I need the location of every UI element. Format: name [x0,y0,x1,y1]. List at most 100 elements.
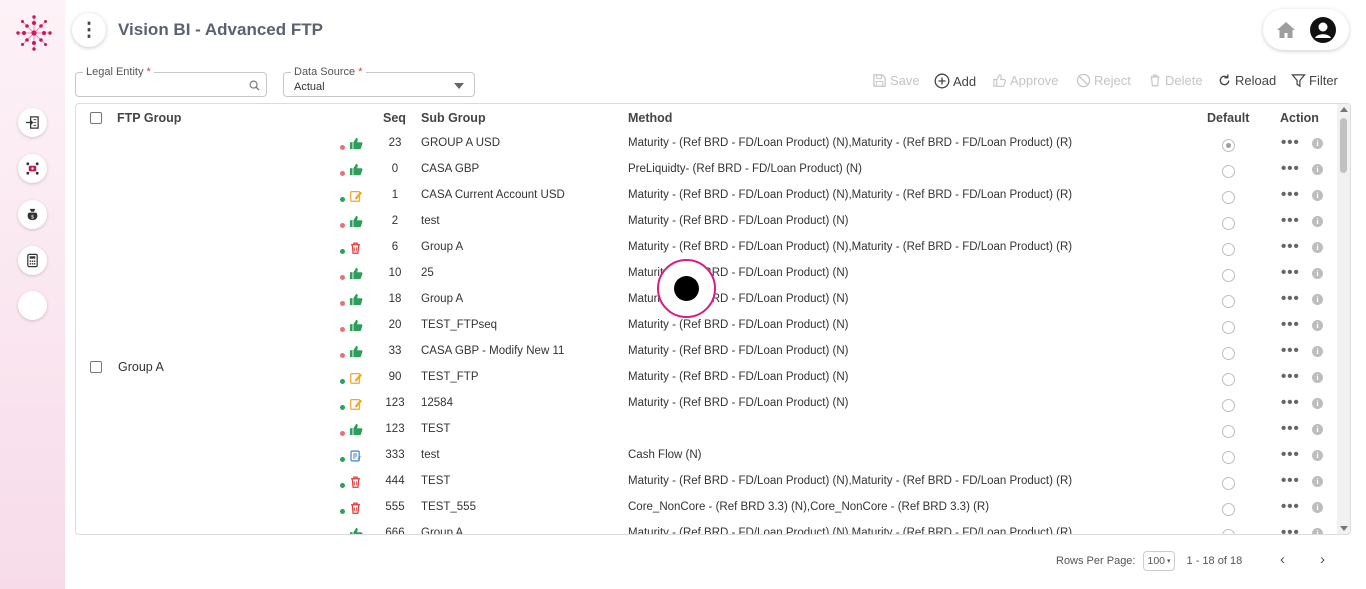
vertical-scrollbar[interactable] [1337,104,1350,534]
default-radio[interactable] [1222,191,1235,204]
header-sub-group[interactable]: Sub Group [421,111,486,125]
reload-button[interactable]: Reload [1217,73,1276,88]
default-radio[interactable] [1222,451,1235,464]
home-icon[interactable] [1276,21,1296,39]
info-icon[interactable]: i [1312,294,1323,305]
default-radio[interactable] [1222,243,1235,256]
save-icon [873,74,886,87]
more-actions-icon[interactable]: ••• [1281,524,1300,534]
default-radio[interactable] [1222,477,1235,490]
sidebar-item-blank[interactable] [18,291,47,320]
table-row[interactable]: 123 12584 Maturity - (Ref BRD - FD/Loan Pr… [76,391,1338,417]
table-row[interactable]: 123 TEST ••• i [76,417,1338,443]
info-icon[interactable]: i [1312,242,1323,253]
more-actions-icon[interactable]: ••• [1281,498,1300,515]
scroll-down-icon[interactable] [1340,526,1348,531]
select-all-checkbox[interactable] [90,112,102,124]
table-row[interactable]: 0 CASA GBP PreLiquidty- (Ref BRD - FD/Loan… [76,157,1338,183]
more-actions-icon[interactable]: ••• [1281,472,1300,489]
required-marker: * [146,66,151,78]
info-icon[interactable]: i [1312,164,1323,175]
info-icon[interactable]: i [1312,216,1323,227]
info-icon[interactable]: i [1312,320,1323,331]
info-icon[interactable]: i [1312,502,1323,513]
more-actions-icon[interactable]: ••• [1281,446,1300,463]
table-row[interactable]: 23 GROUP A USD Maturity - (Ref BRD - FD/Lo… [76,131,1338,157]
info-icon[interactable]: i [1312,476,1323,487]
search-icon[interactable] [249,80,260,91]
more-actions-icon[interactable]: ••• [1281,212,1300,229]
default-radio[interactable] [1222,373,1235,386]
info-icon[interactable]: i [1312,190,1323,201]
prev-page-button[interactable]: ‹ [1280,551,1285,568]
delete-button[interactable]: Delete [1148,73,1203,88]
scroll-thumb[interactable] [1340,118,1347,173]
header-default[interactable]: Default [1207,111,1249,125]
save-button[interactable]: Save [872,73,920,88]
next-page-button[interactable]: › [1320,551,1325,568]
info-icon[interactable]: i [1312,424,1323,435]
sidebar-item-funds[interactable]: $ [18,200,47,229]
info-icon[interactable]: i [1312,372,1323,383]
table-row[interactable]: 1 CASA Current Account USD Maturity - (Ref… [76,183,1338,209]
more-actions-icon[interactable]: ••• [1281,368,1300,385]
info-icon[interactable]: i [1312,138,1323,149]
add-button[interactable]: Add [934,73,976,89]
menu-button[interactable]: ⋮ [72,13,106,47]
info-icon[interactable]: i [1312,528,1323,534]
default-radio[interactable] [1222,295,1235,308]
info-icon[interactable]: i [1312,268,1323,279]
default-radio[interactable] [1222,139,1235,152]
default-radio[interactable] [1222,347,1235,360]
info-icon[interactable]: i [1312,398,1323,409]
header-ftp-group[interactable]: FTP Group [117,111,181,125]
table-row[interactable]: 20 TEST_FTPseq Maturity - (Ref BRD - FD/Lo… [76,313,1338,339]
default-radio[interactable] [1222,399,1235,412]
more-actions-icon[interactable]: ••• [1281,290,1300,307]
table-row[interactable]: 2 test Maturity - (Ref BRD - FD/Loan Produ… [76,209,1338,235]
table-row[interactable]: 33 CASA GBP - Modify New 11 Maturity - (Re… [76,339,1338,365]
table-row[interactable]: 6 Group A Maturity - (Ref BRD - FD/Loan Pr… [76,235,1338,261]
avatar[interactable] [1309,16,1337,44]
default-radio[interactable] [1222,217,1235,230]
default-radio[interactable] [1222,165,1235,178]
table-row[interactable]: 90 TEST_FTP Maturity - (Ref BRD - FD/Loan … [76,365,1338,391]
more-actions-icon[interactable]: ••• [1281,238,1300,255]
default-radio[interactable] [1222,503,1235,516]
legal-entity-field[interactable]: Legal Entity * [75,66,267,97]
default-radio[interactable] [1222,321,1235,334]
grid-body: Group A 23 GROUP A USD Maturity - (Ref BRD… [76,131,1338,534]
info-icon[interactable]: i [1312,450,1323,461]
info-icon[interactable]: i [1312,346,1323,357]
sidebar-item-calculator[interactable] [18,246,47,275]
more-actions-icon[interactable]: ••• [1281,342,1300,359]
table-row[interactable]: 444 TEST Maturity - (Ref BRD - FD/Loan Pro… [76,469,1338,495]
table-row[interactable]: 333 test Cash Flow (N) ••• i [76,443,1338,469]
data-source-select[interactable]: Data Source * Actual [283,66,475,97]
more-actions-icon[interactable]: ••• [1281,316,1300,333]
more-actions-icon[interactable]: ••• [1281,420,1300,437]
header-seq[interactable]: Seq [383,111,406,125]
more-actions-icon[interactable]: ••• [1281,394,1300,411]
ftp-grid: FTP Group Seq Sub Group Method Default A… [75,103,1351,535]
reject-button[interactable]: Reject [1076,73,1131,88]
user-menu[interactable] [1263,9,1349,50]
default-radio[interactable] [1222,529,1235,534]
more-actions-icon[interactable]: ••• [1281,134,1300,151]
rows-per-page-select[interactable]: 100 ▾ [1143,551,1175,571]
sidebar-item-network[interactable] [18,154,47,183]
scroll-up-icon[interactable] [1340,107,1348,112]
sidebar-item-login[interactable] [18,108,47,137]
more-actions-icon[interactable]: ••• [1281,264,1300,281]
default-radio[interactable] [1222,425,1235,438]
header-method[interactable]: Method [628,111,672,125]
table-row[interactable]: 555 TEST_555 Core_NonCore - (Ref BRD 3.3) … [76,495,1338,521]
more-actions-icon[interactable]: ••• [1281,186,1300,203]
app-logo-icon[interactable] [15,14,53,52]
header-action[interactable]: Action [1280,111,1319,125]
filter-button[interactable]: Filter [1291,73,1338,88]
table-row[interactable]: 666 Group A Maturity - (Ref BRD - FD/Loan … [76,521,1338,534]
approve-button[interactable]: Approve [992,73,1058,88]
more-actions-icon[interactable]: ••• [1281,160,1300,177]
default-radio[interactable] [1222,269,1235,282]
